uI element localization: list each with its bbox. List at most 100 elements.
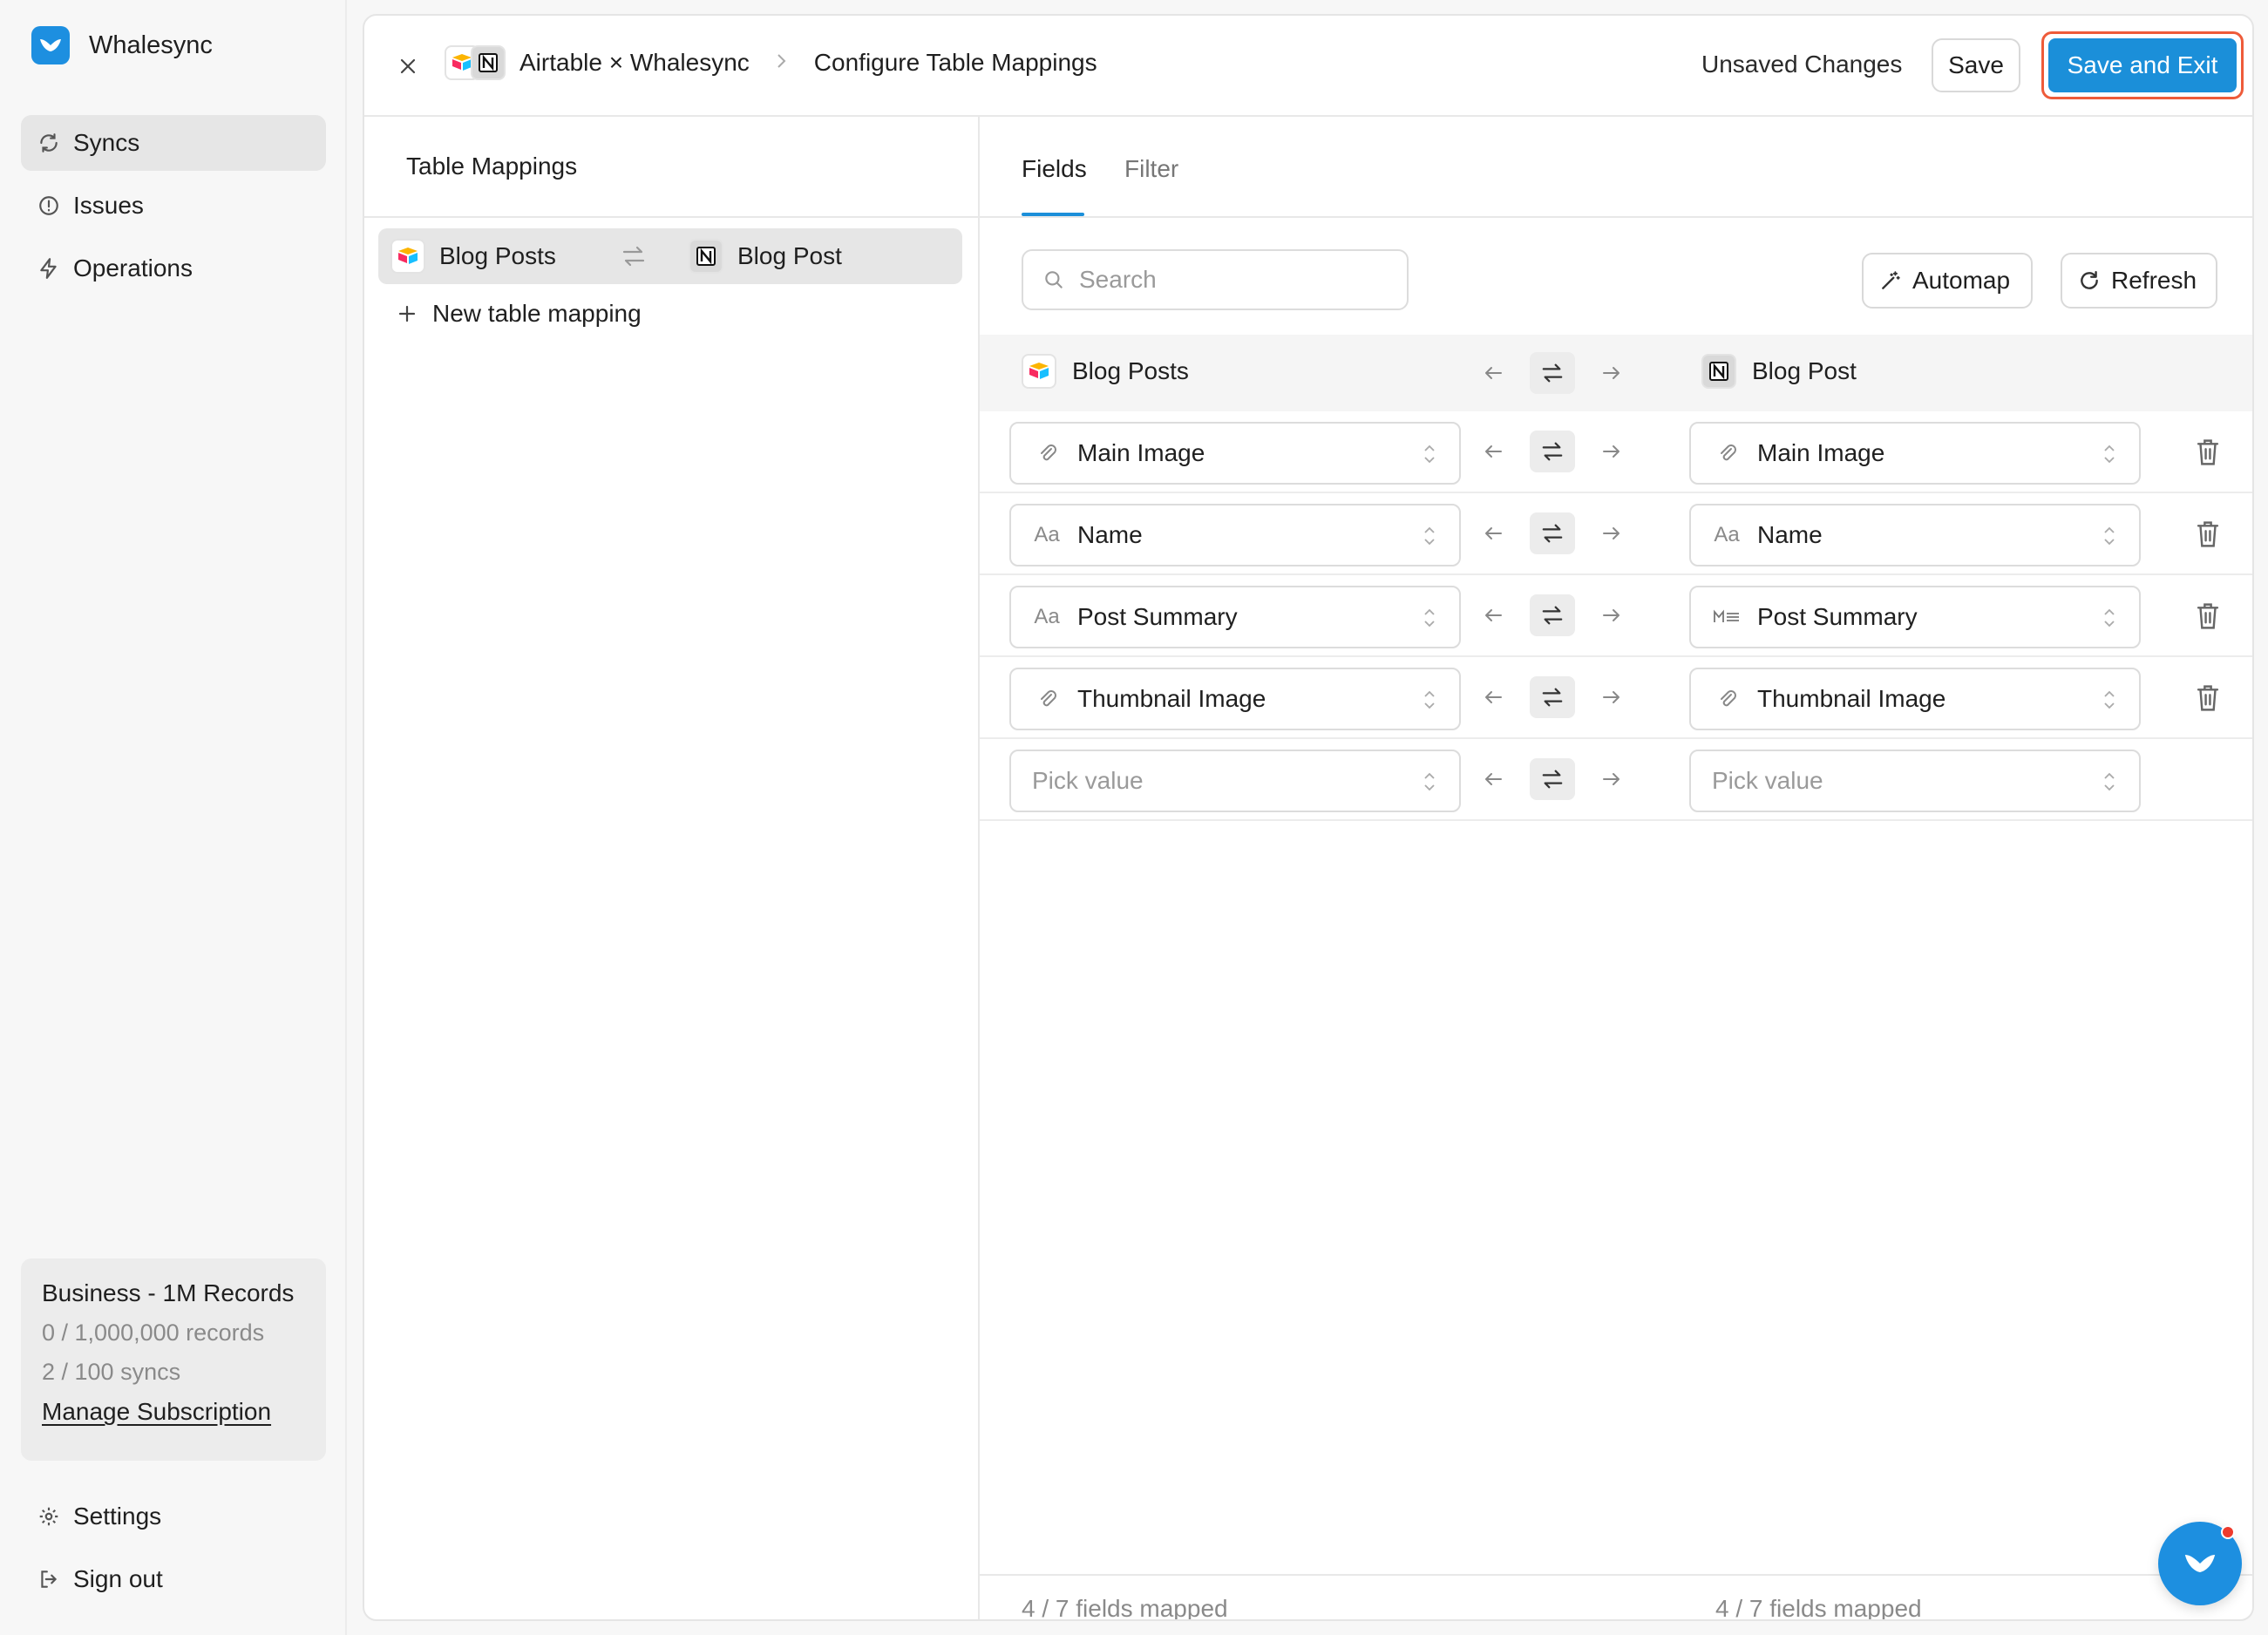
active-tab-indicator — [1022, 213, 1084, 216]
table-sync-direction — [1480, 352, 1625, 394]
field-label: Main Image — [1757, 439, 1885, 466]
lightning-icon — [37, 256, 61, 281]
save-button[interactable]: Save — [1932, 38, 2020, 92]
arrow-right-icon[interactable] — [1599, 360, 1625, 386]
source-field-picker[interactable]: Pick value — [1009, 750, 1461, 812]
new-table-mapping-button[interactable]: New table mapping — [397, 300, 642, 328]
unsaved-changes-label: Unsaved Changes — [1701, 51, 1903, 78]
automap-button[interactable]: Automap — [1862, 253, 2033, 309]
bidirectional-icon[interactable] — [1530, 352, 1575, 394]
brand[interactable]: Whalesync — [31, 26, 213, 64]
pick-value-placeholder: Pick value — [1032, 767, 1144, 794]
mapping-source-label: Blog Posts — [439, 242, 556, 269]
tab-fields[interactable]: Fields — [1022, 155, 1087, 183]
field-mapping-row: Main Image Main Image — [980, 411, 2252, 493]
trash-icon[interactable] — [2195, 519, 2221, 549]
field-sync-direction — [1480, 758, 1625, 800]
breadcrumb: Airtable × Whalesync Configure Table Map… — [445, 45, 1097, 80]
source-field-select[interactable]: Thumbnail Image — [1009, 668, 1461, 730]
swap-icon — [621, 244, 647, 275]
paperclip-icon — [1032, 686, 1062, 712]
arrow-left-icon[interactable] — [1480, 766, 1506, 792]
alert-circle-icon — [37, 193, 61, 218]
search-field[interactable] — [1022, 249, 1409, 310]
arrow-left-icon[interactable] — [1480, 520, 1506, 546]
magic-wand-icon — [1882, 271, 1900, 289]
target-field-picker[interactable]: Pick value — [1689, 750, 2141, 812]
page-title: Configure Table Mappings — [813, 49, 1097, 76]
sidebar-item-issues[interactable]: Issues — [21, 178, 326, 234]
arrow-left-icon[interactable] — [1480, 360, 1506, 386]
bidirectional-icon[interactable] — [1530, 512, 1575, 554]
field-sync-direction — [1480, 431, 1625, 472]
notion-icon — [471, 45, 506, 80]
arrow-right-icon[interactable] — [1599, 766, 1625, 792]
sidebar-bottom-nav: Settings Sign out — [21, 1489, 326, 1614]
app-pair — [445, 45, 506, 80]
paperclip-icon — [1712, 686, 1742, 712]
trash-icon[interactable] — [2195, 601, 2221, 631]
plan-title: Business - 1M Records — [42, 1279, 295, 1306]
target-field-select[interactable]: Aa Name — [1689, 504, 2141, 566]
field-sync-direction — [1480, 594, 1625, 636]
bidirectional-icon[interactable] — [1530, 594, 1575, 636]
close-button[interactable] — [394, 52, 422, 80]
search-icon — [1045, 271, 1063, 288]
field-mappings-panel: Fields Filter Automap Refresh Blog Posts — [980, 117, 2252, 1621]
select-chevron-icon — [2104, 444, 2115, 464]
bidirectional-icon[interactable] — [1530, 431, 1575, 472]
target-field-select[interactable]: Thumbnail Image — [1689, 668, 2141, 730]
save-and-exit-button[interactable]: Save and Exit — [2048, 38, 2237, 92]
target-table-name: Blog Post — [1752, 357, 1857, 384]
search-input[interactable] — [1079, 266, 1375, 294]
trash-icon[interactable] — [2195, 683, 2221, 713]
source-field-select[interactable]: Main Image — [1009, 422, 1461, 485]
source-fields-mapped-count: 4 / 7 fields mapped — [1022, 1595, 1228, 1621]
arrow-right-icon[interactable] — [1599, 684, 1625, 710]
pick-value-placeholder: Pick value — [1712, 767, 1823, 794]
sidebar-item-settings[interactable]: Settings — [21, 1489, 326, 1544]
bidirectional-icon[interactable] — [1530, 758, 1575, 800]
target-field-select[interactable]: Main Image — [1689, 422, 2141, 485]
plan-syncs: 2 / 100 syncs — [42, 1359, 181, 1385]
automap-label: Automap — [1912, 267, 2011, 294]
sidebar-item-syncs[interactable]: Syncs — [21, 115, 326, 171]
refresh-button[interactable]: Refresh — [2061, 253, 2217, 309]
refresh-icon — [37, 131, 61, 155]
source-field-select[interactable]: Aa Post Summary — [1009, 586, 1461, 648]
arrow-left-icon[interactable] — [1480, 602, 1506, 628]
source-field-select[interactable]: Aa Name — [1009, 504, 1461, 566]
arrow-left-icon[interactable] — [1480, 438, 1506, 465]
chevron-right-icon — [776, 50, 788, 77]
plus-icon — [398, 305, 416, 322]
select-chevron-icon — [1424, 690, 1435, 709]
notion-icon — [1701, 354, 1736, 389]
close-icon — [400, 58, 416, 74]
arrow-left-icon[interactable] — [1480, 684, 1506, 710]
bidirectional-icon[interactable] — [1530, 676, 1575, 718]
tab-filter[interactable]: Filter — [1124, 155, 1178, 183]
arrow-right-icon[interactable] — [1599, 438, 1625, 465]
markdown-icon — [1712, 604, 1742, 630]
field-label: Main Image — [1077, 439, 1205, 466]
sync-name-link[interactable]: Airtable × Whalesync — [519, 49, 750, 77]
arrow-right-icon[interactable] — [1599, 602, 1625, 628]
field-label: Thumbnail Image — [1077, 685, 1266, 712]
source-table-name: Blog Posts — [1072, 357, 1189, 384]
arrow-right-icon[interactable] — [1599, 520, 1625, 546]
target-field-select[interactable]: Post Summary — [1689, 586, 2141, 648]
sidebar-item-operations[interactable]: Operations — [21, 241, 326, 296]
manage-subscription-link[interactable]: Manage Subscription — [42, 1398, 271, 1425]
save-exit-highlight: Save and Exit — [2041, 31, 2244, 99]
text-aa-icon: Aa — [1714, 523, 1740, 546]
plan-records: 0 / 1,000,000 records — [42, 1320, 265, 1346]
table-mapping-item[interactable]: Blog Posts Blog Post — [378, 228, 962, 284]
table-mappings-title: Table Mappings — [364, 117, 978, 218]
tabs: Fields Filter — [980, 117, 2252, 218]
mapping-target-label: Blog Post — [737, 242, 842, 269]
trash-icon[interactable] — [2195, 438, 2221, 467]
new-mapping-label: New table mapping — [432, 300, 642, 327]
sidebar-item-sign-out[interactable]: Sign out — [21, 1551, 326, 1607]
configure-panel: Airtable × Whalesync Configure Table Map… — [363, 14, 2254, 1621]
mapping-footer: 4 / 7 fields mapped 4 / 7 fields mapped — [980, 1574, 2252, 1621]
